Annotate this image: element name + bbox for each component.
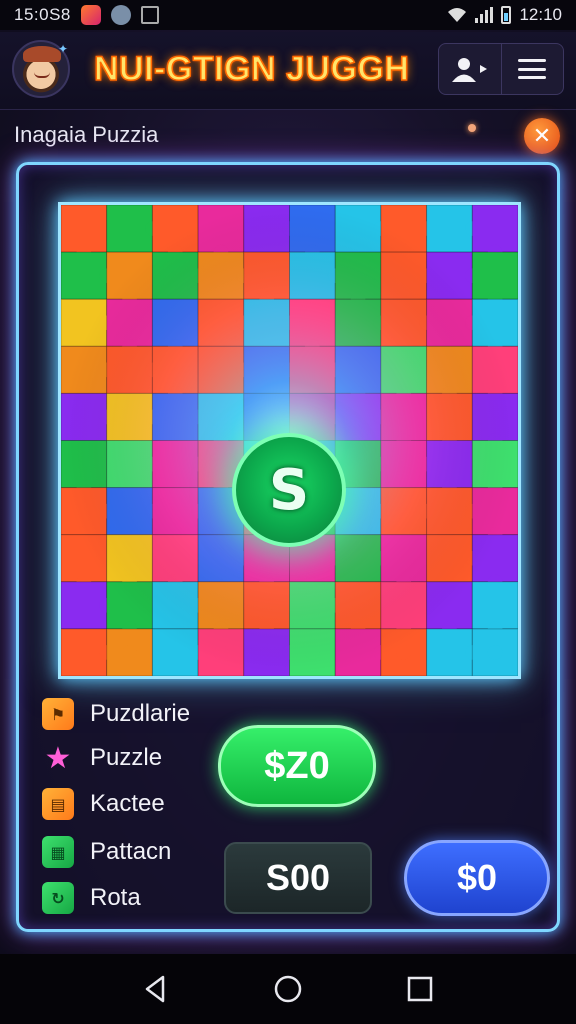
- app-icon: [80, 5, 101, 25]
- puzzle-name: Inagaia Puzzia: [14, 122, 159, 147]
- spark-dot: [468, 124, 476, 132]
- back-button[interactable]: [136, 969, 176, 1009]
- battery-icon: [501, 6, 512, 24]
- menu-item-kactee[interactable]: ▤ Kactee: [42, 788, 165, 820]
- secondary-button[interactable]: S00: [224, 842, 372, 914]
- menu-item-puzzle[interactable]: ★ Puzzle: [42, 740, 163, 776]
- status-right: 12:10: [447, 5, 562, 25]
- profile-switch-icon: [451, 58, 487, 82]
- menu-item-rota[interactable]: ↻ Rota: [42, 882, 141, 914]
- hamburger-icon: [518, 59, 547, 79]
- system-nav-bar: [0, 954, 576, 1024]
- back-icon: [145, 975, 165, 1003]
- box-icon: ▤: [42, 788, 74, 820]
- signal-icon: [475, 7, 494, 23]
- sparkle-icon: ✦: [58, 42, 69, 56]
- status-bar: 15:0S8 12:10: [0, 0, 576, 30]
- menu-item-label: Puzzle: [90, 744, 163, 771]
- notification-icon: [140, 6, 159, 24]
- recents-button[interactable]: [400, 969, 440, 1009]
- close-button[interactable]: ✕: [524, 118, 560, 154]
- menu-item-label: Kactee: [90, 790, 165, 817]
- close-icon: ✕: [532, 123, 552, 149]
- home-button[interactable]: [268, 969, 308, 1009]
- app-header: ✦ NUI-GTIGN JUGGH: [0, 32, 576, 110]
- center-symbol: S: [268, 457, 310, 523]
- menu-item-label: Rota: [90, 884, 141, 911]
- menu-item-pattacn[interactable]: ▦ Pattacn: [42, 836, 171, 868]
- primary-button[interactable]: $Z0: [218, 725, 376, 807]
- wifi-icon: [448, 8, 467, 22]
- menu-item-label: Puzdlarie: [90, 700, 191, 727]
- status-clock: 12:10: [519, 5, 562, 24]
- menu-button[interactable]: [500, 44, 564, 94]
- weather-icon: [110, 5, 131, 25]
- menu-item-puzdlarie[interactable]: ⚑ Puzdlarie: [42, 698, 190, 730]
- flag-icon: ⚑: [42, 698, 74, 730]
- rotate-icon: ↻: [42, 882, 74, 914]
- pattern-icon: ▦: [42, 836, 74, 868]
- menu-item-label: Pattacn: [90, 838, 172, 865]
- profile-switch-button[interactable]: [439, 44, 501, 94]
- center-badge[interactable]: S: [232, 433, 346, 547]
- recents-icon: [407, 976, 433, 1002]
- game-title: NUI-GTIGN JUGGH: [93, 49, 410, 89]
- tertiary-button[interactable]: $0: [404, 840, 550, 916]
- header-actions: [438, 43, 564, 95]
- status-time: 15:0S8: [14, 5, 71, 24]
- home-icon: [274, 975, 302, 1003]
- star-icon: ★: [44, 740, 72, 776]
